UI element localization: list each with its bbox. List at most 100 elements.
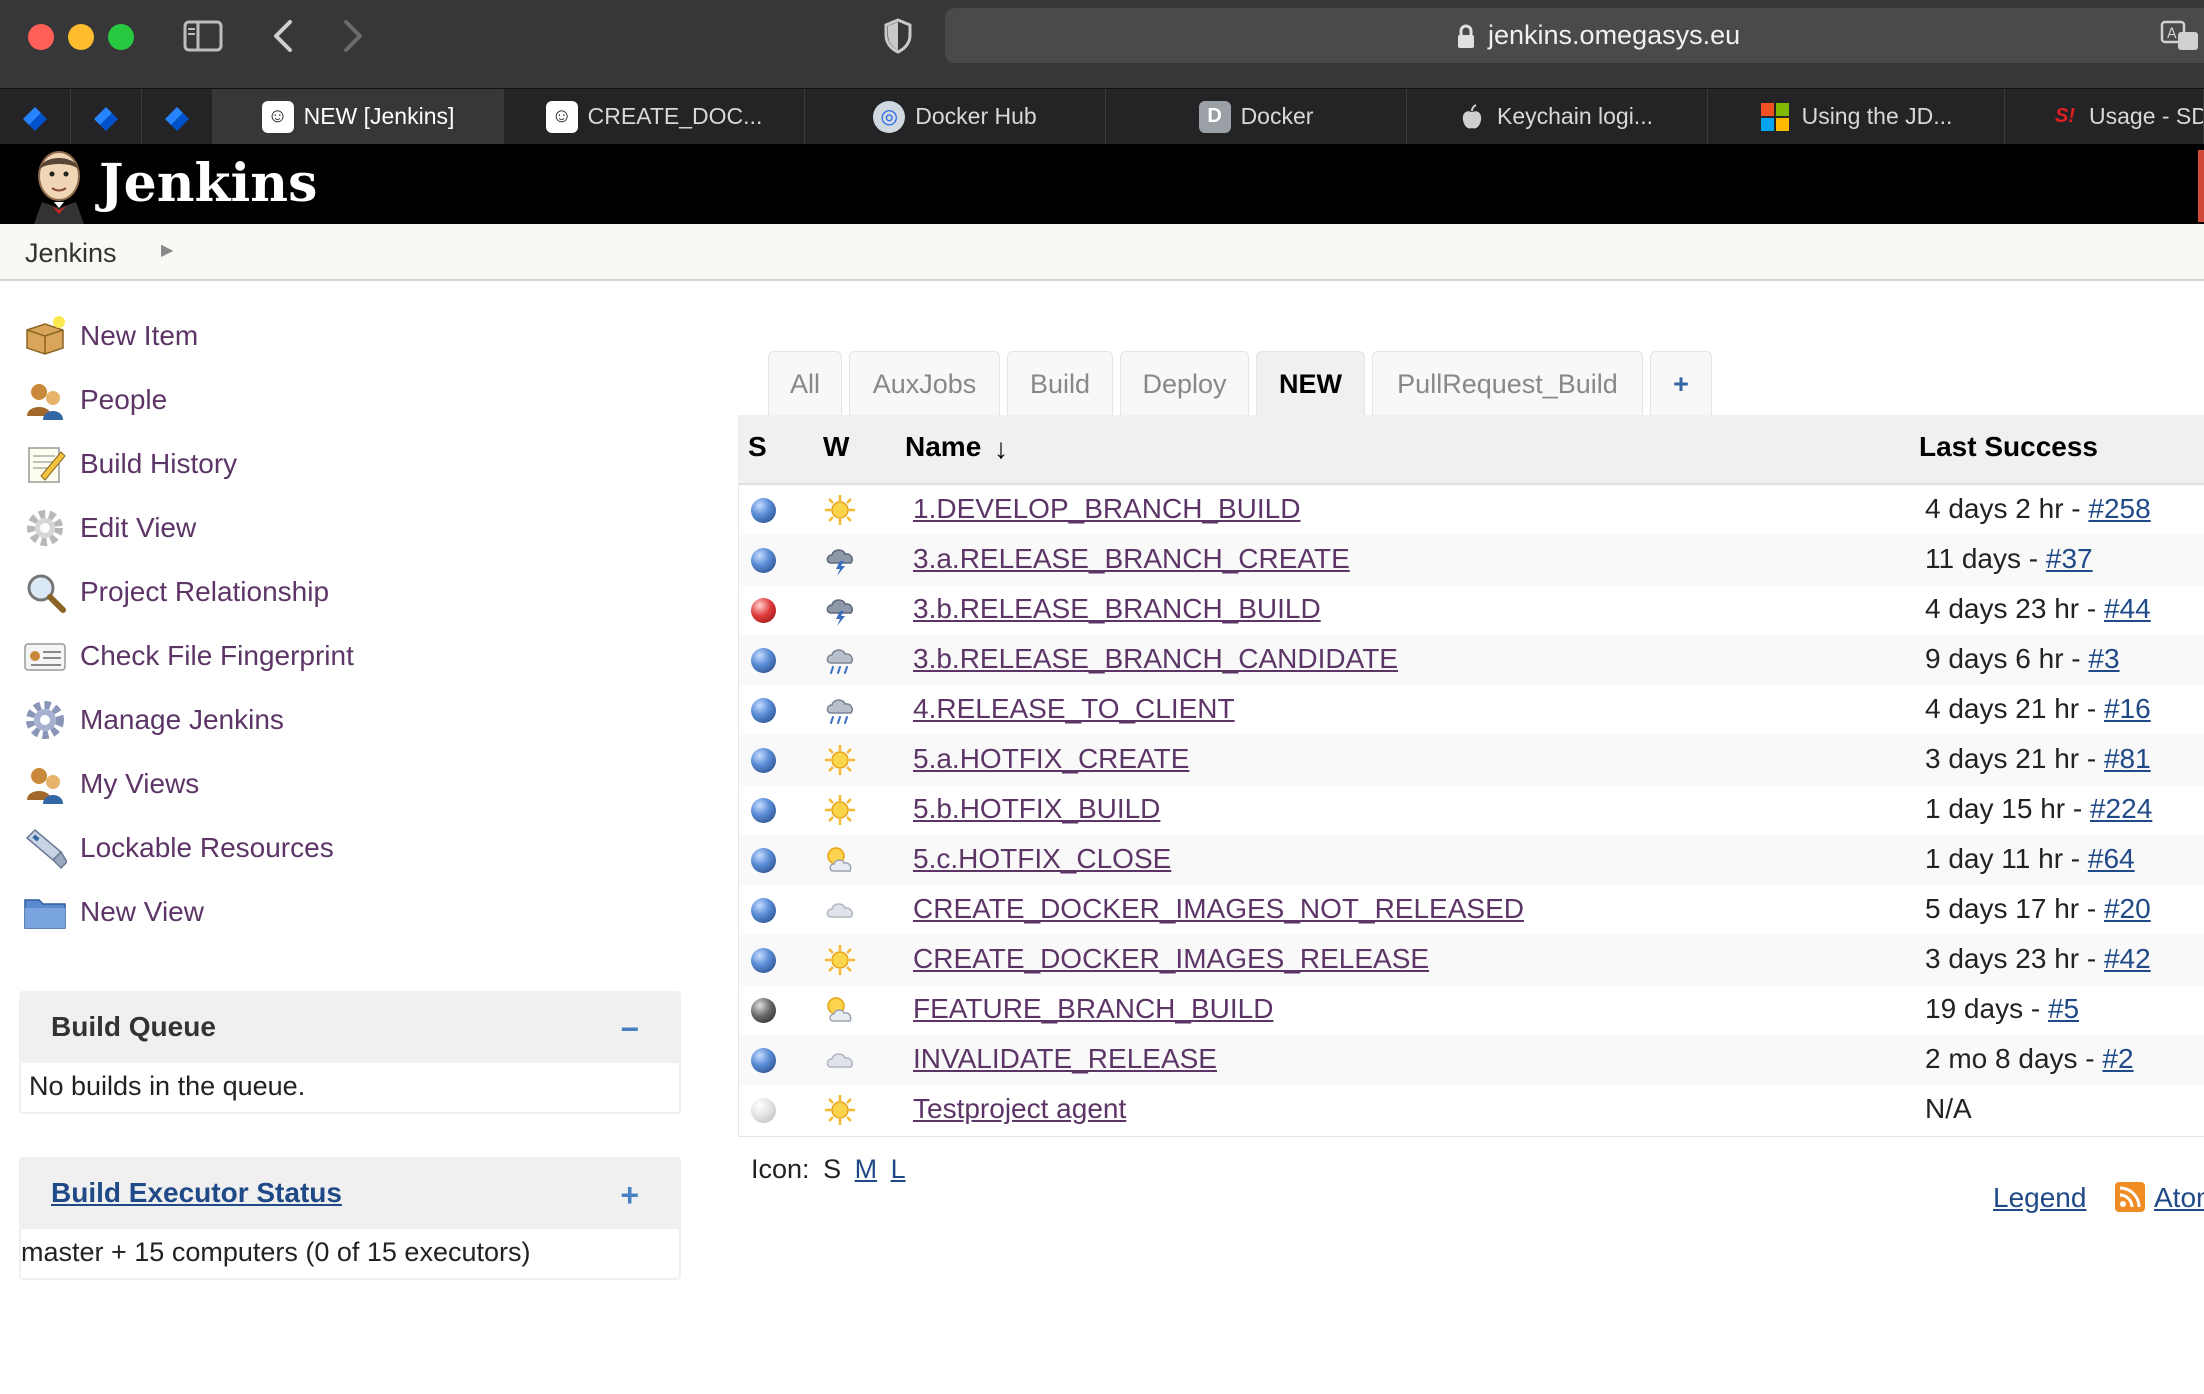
status-ball-icon[interactable] <box>751 748 776 773</box>
task-new-view[interactable]: New View <box>22 887 204 937</box>
browser-tab-docker-hub[interactable]: ◎ Docker Hub <box>805 89 1106 144</box>
sort-arrow-icon[interactable]: ↓ <box>994 433 1008 465</box>
task-my-views[interactable]: My Views <box>22 759 199 809</box>
forward-arrow-icon[interactable] <box>340 18 366 54</box>
build-number-link[interactable]: #44 <box>2104 593 2151 624</box>
job-name-link[interactable]: 3.b.RELEASE_BRANCH_CANDIDATE <box>913 643 1398 675</box>
job-name-link[interactable]: 5.b.HOTFIX_BUILD <box>913 793 1160 825</box>
status-ball-icon[interactable] <box>751 848 776 873</box>
atom-feed-link[interactable]: Atom <box>2154 1182 2204 1214</box>
column-header-status[interactable]: S <box>748 431 767 463</box>
weather-partly-cloudy-icon[interactable] <box>823 843 857 877</box>
browser-tab-new-jenkins[interactable]: ☺ NEW [Jenkins] <box>213 89 504 144</box>
job-name-link[interactable]: 1.DEVELOP_BRANCH_BUILD <box>913 493 1300 525</box>
task-new-item[interactable]: New Item <box>22 311 198 361</box>
weather-sunny-icon[interactable] <box>823 943 857 977</box>
breadcrumb-arrow-icon[interactable]: ▶ <box>161 240 173 260</box>
rss-feed-icon[interactable] <box>2115 1182 2145 1212</box>
build-number-link[interactable]: #81 <box>2104 743 2151 774</box>
browser-tab-keychain[interactable]: Keychain logi... <box>1407 89 1708 144</box>
status-ball-icon[interactable] <box>751 498 776 523</box>
build-number-link[interactable]: #258 <box>2088 493 2150 524</box>
build-number-link[interactable]: #224 <box>2090 793 2152 824</box>
weather-partly-cloudy-icon[interactable] <box>823 993 857 1027</box>
translate-icon[interactable]: A <box>2160 20 2200 52</box>
task-edit-view[interactable]: Edit View <box>22 503 196 553</box>
job-name-link[interactable]: 5.a.HOTFIX_CREATE <box>913 743 1189 775</box>
weather-sunny-icon[interactable] <box>823 743 857 777</box>
task-project-relationship[interactable]: Project Relationship <box>22 567 329 617</box>
build-number-link[interactable]: #3 <box>2088 643 2119 674</box>
status-ball-icon[interactable] <box>751 1098 776 1123</box>
tab-new[interactable]: NEW <box>1256 351 1365 416</box>
status-ball-icon[interactable] <box>751 598 776 623</box>
pinned-tab[interactable] <box>142 89 213 144</box>
tab-all[interactable]: All <box>768 351 842 416</box>
status-ball-icon[interactable] <box>751 948 776 973</box>
weather-cloudy-icon[interactable] <box>823 893 857 927</box>
pinned-tab[interactable] <box>71 89 142 144</box>
status-ball-icon[interactable] <box>751 898 776 923</box>
column-header-name[interactable]: Name <box>905 431 981 463</box>
weather-rain-icon[interactable] <box>823 693 857 727</box>
pinned-tab[interactable] <box>0 89 71 144</box>
browser-tab-usage[interactable]: S! Usage - SD <box>2005 89 2204 144</box>
task-check-file-fingerprint[interactable]: Check File Fingerprint <box>22 631 354 681</box>
build-number-link[interactable]: #5 <box>2048 993 2079 1024</box>
task-people[interactable]: People <box>22 375 167 425</box>
job-name-link[interactable]: CREATE_DOCKER_IMAGES_NOT_RELEASED <box>913 893 1524 925</box>
privacy-shield-icon[interactable] <box>883 18 913 54</box>
build-number-link[interactable]: #2 <box>2102 1043 2133 1074</box>
add-view-tab[interactable]: + <box>1650 351 1712 416</box>
status-ball-icon[interactable] <box>751 698 776 723</box>
build-number-link[interactable]: #37 <box>2046 543 2093 574</box>
weather-sunny-icon[interactable] <box>823 1093 857 1127</box>
browser-tab-create-doc[interactable]: ☺ CREATE_DOC... <box>504 89 805 144</box>
expand-toggle-icon[interactable]: + <box>620 1177 639 1214</box>
job-name-link[interactable]: FEATURE_BRANCH_BUILD <box>913 993 1273 1025</box>
job-name-link[interactable]: INVALIDATE_RELEASE <box>913 1043 1217 1075</box>
task-build-history[interactable]: Build History <box>22 439 237 489</box>
job-name-link[interactable]: 3.a.RELEASE_BRANCH_CREATE <box>913 543 1350 575</box>
close-window-button[interactable] <box>28 24 54 50</box>
zoom-window-button[interactable] <box>108 24 134 50</box>
status-ball-icon[interactable] <box>751 1048 776 1073</box>
build-number-link[interactable]: #42 <box>2104 943 2151 974</box>
back-arrow-icon[interactable] <box>270 18 296 54</box>
icon-size-medium[interactable]: M <box>855 1154 878 1184</box>
status-ball-icon[interactable] <box>751 998 776 1023</box>
job-name-link[interactable]: 4.RELEASE_TO_CLIENT <box>913 693 1235 725</box>
build-number-link[interactable]: #20 <box>2104 893 2151 924</box>
breadcrumb-jenkins[interactable]: Jenkins <box>25 238 117 269</box>
weather-sunny-icon[interactable] <box>823 793 857 827</box>
build-number-link[interactable]: #64 <box>2088 843 2135 874</box>
job-name-link[interactable]: 5.c.HOTFIX_CLOSE <box>913 843 1171 875</box>
weather-rain-icon[interactable] <box>823 643 857 677</box>
collapse-toggle-icon[interactable]: − <box>620 1011 639 1048</box>
status-ball-icon[interactable] <box>751 798 776 823</box>
jenkins-butler-logo[interactable] <box>24 148 94 224</box>
column-header-weather[interactable]: W <box>823 431 849 463</box>
jenkins-logo-text[interactable]: Jenkins <box>99 144 317 224</box>
sidebar-toggle-icon[interactable] <box>183 20 223 52</box>
weather-thunderstorm-icon[interactable] <box>823 543 857 577</box>
tab-pullrequest-build[interactable]: PullRequest_Build <box>1372 351 1643 416</box>
tab-auxjobs[interactable]: AuxJobs <box>849 351 1000 416</box>
task-lockable-resources[interactable]: Lockable Resources <box>22 823 334 873</box>
browser-tab-docker[interactable]: D Docker <box>1106 89 1407 144</box>
status-ball-icon[interactable] <box>751 548 776 573</box>
status-ball-icon[interactable] <box>751 648 776 673</box>
column-header-last-success[interactable]: Last Success <box>1919 431 2098 463</box>
build-number-link[interactable]: #16 <box>2104 693 2151 724</box>
job-name-link[interactable]: Testproject agent <box>913 1093 1126 1125</box>
job-name-link[interactable]: CREATE_DOCKER_IMAGES_RELEASE <box>913 943 1429 975</box>
task-manage-jenkins[interactable]: Manage Jenkins <box>22 695 284 745</box>
weather-thunderstorm-icon[interactable] <box>823 593 857 627</box>
tab-deploy[interactable]: Deploy <box>1120 351 1249 416</box>
legend-link[interactable]: Legend <box>1993 1182 2086 1214</box>
weather-sunny-icon[interactable] <box>823 493 857 527</box>
tab-build[interactable]: Build <box>1007 351 1113 416</box>
icon-size-large[interactable]: L <box>891 1154 906 1184</box>
executor-status-title[interactable]: Build Executor Status <box>51 1177 342 1209</box>
minimize-window-button[interactable] <box>68 24 94 50</box>
